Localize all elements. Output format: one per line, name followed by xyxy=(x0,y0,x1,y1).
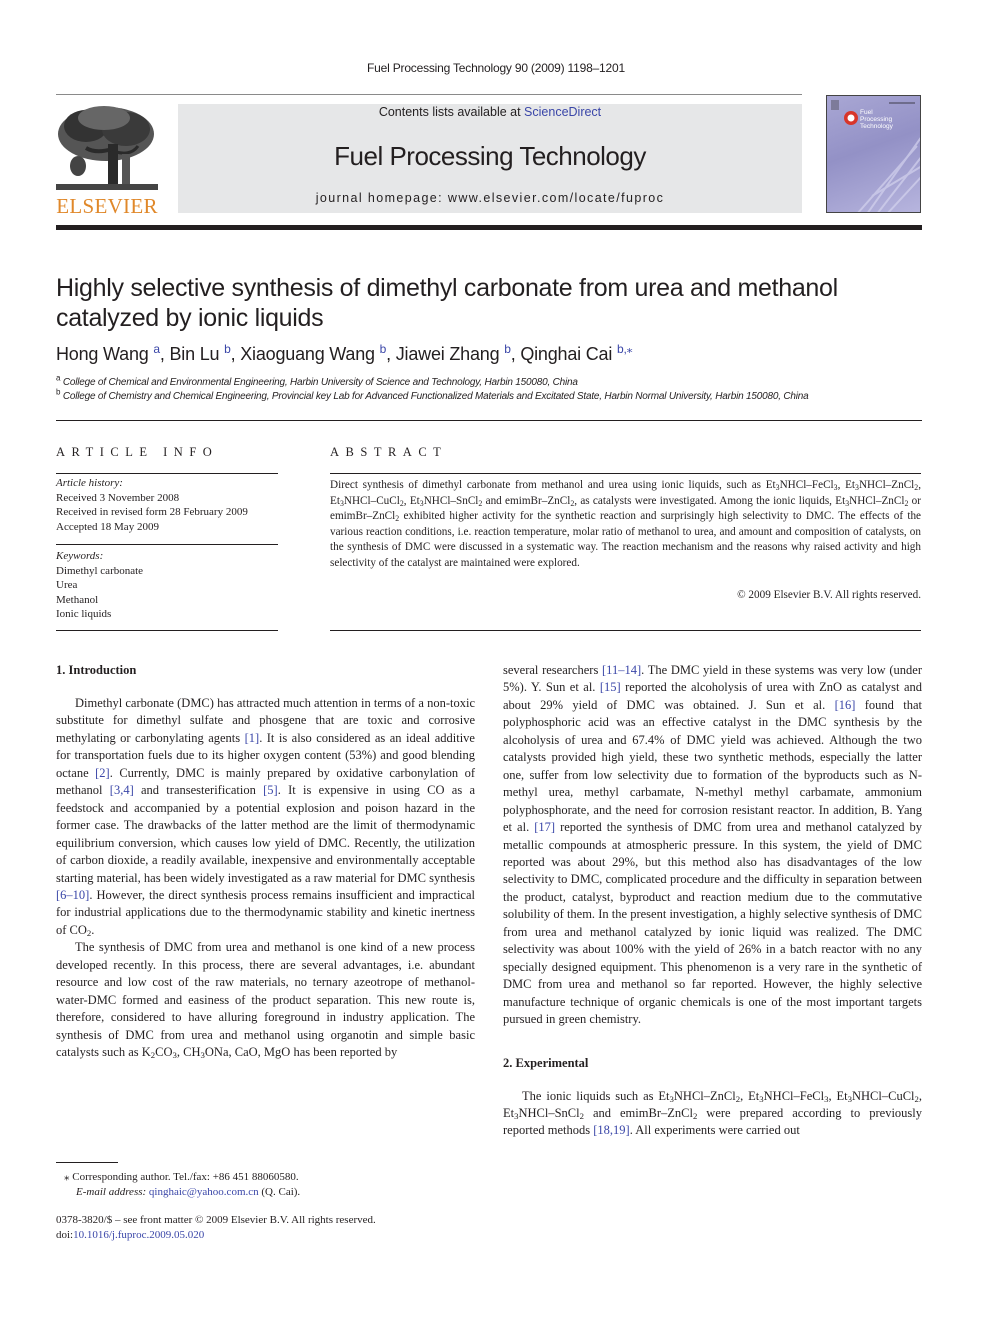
abstract-text: Direct synthesis of dimethyl carbonate f… xyxy=(330,479,921,569)
author-affiliation-marker[interactable]: b xyxy=(380,342,387,356)
paragraph: The synthesis of DMC from urea and metha… xyxy=(56,940,475,1061)
svg-text:Fuel: Fuel xyxy=(860,109,873,116)
contents-line: Contents lists available at ScienceDirec… xyxy=(178,105,802,119)
author-name: Bin Lu xyxy=(169,344,225,364)
keyword: Methanol xyxy=(56,593,99,606)
paragraph: The ionic liquids such as Et3NHCl–ZnCl2,… xyxy=(503,1088,923,1138)
keyword: Urea xyxy=(56,579,78,591)
header-rule xyxy=(56,94,802,95)
email-note: E-mail address: qinghaic@yahoo.com.cn (Q… xyxy=(76,1186,301,1198)
body-column-right: several researchers [11–14]. The DMC yie… xyxy=(503,662,922,1140)
cover-art: Fuel Processing Technology xyxy=(831,100,920,212)
history-revised: Received in revised form 28 February 200… xyxy=(56,506,248,518)
body-column-left: 1. Introduction Dimethyl carbonate (DMC)… xyxy=(56,662,475,1062)
keywords: Keywords: Dimethyl carbonate Urea Methan… xyxy=(56,549,278,622)
author-name: Jiawei Zhang xyxy=(395,344,505,364)
issn-line: 0378-3820/$ – see front matter © 2009 El… xyxy=(56,1214,376,1226)
doi-line: doi:10.1016/j.fuproc.2009.05.020 xyxy=(56,1228,205,1241)
abstract-heading: ABSTRACT xyxy=(330,445,448,459)
divider xyxy=(56,420,922,421)
author-affiliation-marker[interactable]: b,⁎ xyxy=(617,342,633,356)
article-history: Article history: Received 3 November 200… xyxy=(56,476,278,534)
svg-text:Processing: Processing xyxy=(860,116,893,123)
corresponding-author-note: ⁎ Corresponding author. Tel./fax: +86 45… xyxy=(64,1171,299,1183)
journal-cover-thumbnail[interactable]: Fuel Processing Technology xyxy=(826,95,921,213)
journal-title: Fuel Processing Technology xyxy=(334,141,646,171)
affiliation-a: a College of Chemical and Environmental … xyxy=(56,373,578,388)
elsevier-wordmark: ELSEVIER xyxy=(56,194,158,218)
email-link[interactable]: qinghaic@yahoo.com.cn xyxy=(149,1186,259,1198)
front-matter: 0378-3820/$ – see front matter © 2009 El… xyxy=(56,1213,376,1242)
tree-icon xyxy=(56,106,158,190)
running-head: Fuel Processing Technology 90 (2009) 119… xyxy=(367,61,625,75)
history-accepted: Accepted 18 May 2009 xyxy=(56,520,159,533)
keyword: Ionic liquids xyxy=(56,608,112,620)
keyword: Dimethyl carbonate xyxy=(56,564,144,577)
keywords-label: Keywords: xyxy=(56,550,104,562)
journal-masthead: Contents lists available at ScienceDirec… xyxy=(178,104,802,213)
author-name: Qinghai Cai xyxy=(520,344,617,364)
sciencedirect-link[interactable]: ScienceDirect xyxy=(524,105,601,119)
author-affiliation-marker[interactable]: b xyxy=(224,342,231,356)
author-list: Hong Wang a, Bin Lu b, Xiaoguang Wang b,… xyxy=(56,342,633,364)
footnotes: ⁎ Corresponding author. Tel./fax: +86 45… xyxy=(56,1170,300,1200)
history-received: Received 3 November 2008 xyxy=(56,491,180,504)
article-title: Highly selective synthesis of dimethyl c… xyxy=(56,274,838,332)
section-heading-experimental: 2. Experimental xyxy=(503,1055,589,1070)
masthead-thick-rule xyxy=(56,225,922,230)
history-label: Article history: xyxy=(56,477,123,489)
divider xyxy=(56,544,278,545)
affiliation-b: b College of Chemistry and Chemical Engi… xyxy=(56,387,809,402)
contents-prefix: Contents lists available at xyxy=(378,105,525,119)
divider xyxy=(56,473,278,474)
paragraph: several researchers [11–14]. The DMC yie… xyxy=(503,663,922,1027)
article-info-heading: ARTICLE INFO xyxy=(56,445,219,459)
section-heading-introduction: 1. Introduction xyxy=(56,663,137,677)
author-name: Hong Wang xyxy=(56,344,154,364)
footnote-rule xyxy=(56,1162,118,1163)
divider xyxy=(330,630,921,631)
divider xyxy=(330,473,921,474)
author-name: Xiaoguang Wang xyxy=(240,344,380,364)
author-affiliation-marker[interactable]: a xyxy=(153,342,160,356)
author-affiliation-marker[interactable]: b xyxy=(504,342,511,356)
divider xyxy=(56,630,278,631)
doi-link[interactable]: 10.1016/j.fuproc.2009.05.020 xyxy=(73,1229,204,1241)
journal-homepage-link[interactable]: journal homepage: www.elsevier.com/locat… xyxy=(178,191,802,205)
svg-text:Technology: Technology xyxy=(860,123,894,130)
abstract-copyright: © 2009 Elsevier B.V. All rights reserved… xyxy=(737,589,921,601)
email-label: E-mail address: xyxy=(76,1186,149,1198)
paragraph: Dimethyl carbonate (DMC) has attracted m… xyxy=(56,696,476,939)
